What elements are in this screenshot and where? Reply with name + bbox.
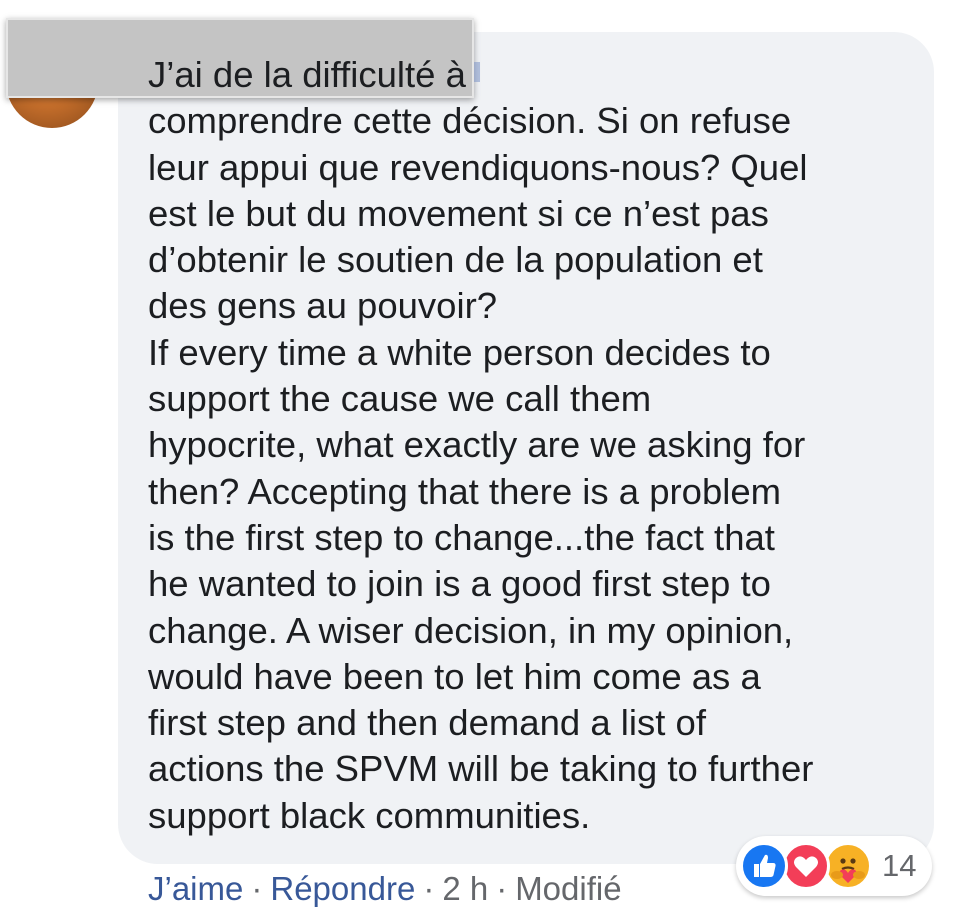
like-icon xyxy=(740,842,788,890)
comment-text: J’ai de la difficulté à comprendre cette… xyxy=(148,54,814,836)
comment-actions: J’aime · Répondre · 2 h · Modifié xyxy=(148,866,622,912)
love-icon xyxy=(782,842,830,890)
separator: · xyxy=(423,870,435,907)
separator: · xyxy=(496,870,508,907)
reactions-summary[interactable]: 14 xyxy=(736,836,932,896)
edited-label[interactable]: Modifié xyxy=(515,870,621,907)
separator: · xyxy=(251,870,263,907)
care-icon xyxy=(824,842,872,890)
reaction-count: 14 xyxy=(882,848,917,883)
like-link[interactable]: J’aime xyxy=(148,870,243,907)
comment-thread: J’ai de la difficulté à comprendre cette… xyxy=(0,0,980,914)
timestamp[interactable]: 2 h xyxy=(442,870,488,907)
reply-link[interactable]: Répondre xyxy=(270,870,415,907)
